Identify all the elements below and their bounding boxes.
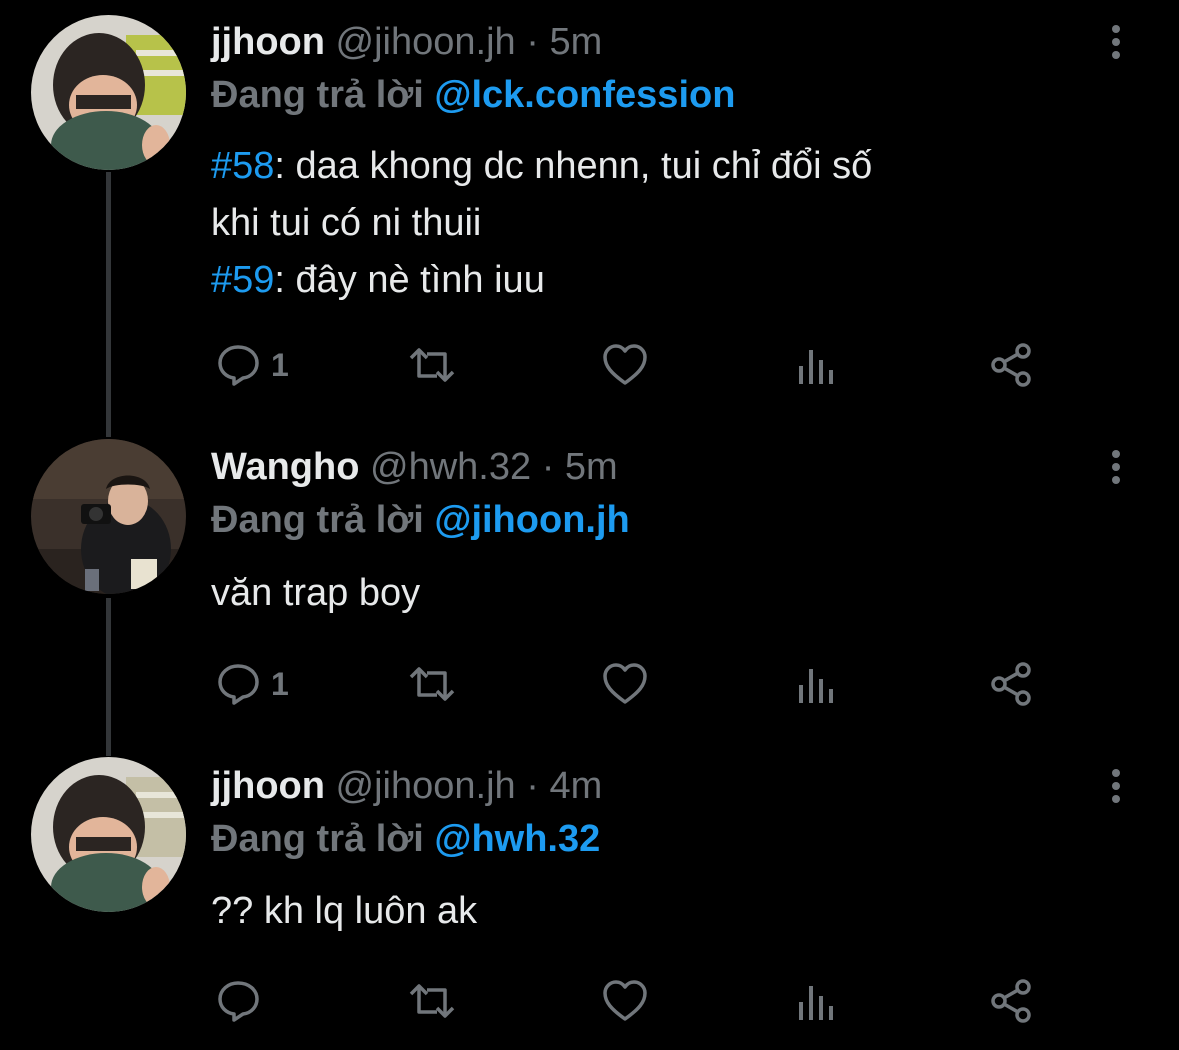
- text-line: văn trap boy: [211, 565, 1111, 622]
- reply-context: Đang trả lời @lck.confession: [211, 73, 735, 117]
- reply-prefix: Đang trả lời: [211, 499, 424, 541]
- retweet-icon: [409, 667, 455, 701]
- display-name[interactable]: jjhoon: [211, 765, 325, 807]
- share-icon: [991, 662, 1031, 706]
- analytics-icon: [799, 350, 833, 384]
- display-name[interactable]: Wangho: [211, 446, 359, 488]
- avatar-photo: [31, 757, 186, 912]
- timestamp[interactable]: 5m: [549, 21, 602, 63]
- timestamp[interactable]: 4m: [549, 765, 602, 807]
- reply-icon: [218, 664, 259, 705]
- retweet-icon: [409, 348, 455, 382]
- tweet[interactable]: jjhoon @jihoon.jh · 5m Đang trả lời @lck…: [0, 0, 1179, 420]
- text-line: #58: daa khong dc nhenn, tui chỉ đổi số: [211, 138, 1111, 195]
- more-options-button[interactable]: [1101, 445, 1131, 489]
- reply-mention[interactable]: @jihoon.jh: [434, 499, 629, 541]
- tweet-header: Wangho @hwh.32 · 5m: [211, 445, 618, 489]
- text-line: #59: đây nè tình iuu: [211, 252, 1111, 309]
- reply-button[interactable]: 1: [215, 340, 289, 390]
- separator: ·: [526, 765, 539, 807]
- display-name[interactable]: jjhoon: [211, 21, 325, 63]
- reply-mention[interactable]: @lck.confession: [434, 74, 735, 116]
- reply-context: Đang trả lời @hwh.32: [211, 817, 600, 861]
- hashtag[interactable]: #58: [211, 145, 274, 187]
- tweet-text: văn trap boy: [211, 565, 1111, 622]
- like-button[interactable]: [601, 976, 649, 1026]
- avatar-photo: [31, 439, 186, 594]
- reply-icon: [218, 345, 259, 386]
- text-line: khi tui có ni thuii: [211, 195, 1111, 252]
- reply-count: 1: [271, 665, 289, 702]
- avatar[interactable]: [31, 439, 186, 594]
- reply-context: Đang trả lời @jihoon.jh: [211, 498, 630, 542]
- views-button[interactable]: [797, 340, 837, 390]
- line-text: : daa khong dc nhenn, tui chỉ đổi số: [274, 145, 873, 187]
- tweet-text: ?? kh lq luôn ak: [211, 883, 1111, 940]
- reply-icon: [218, 981, 259, 1022]
- line-text: khi tui có ni thuii: [211, 202, 482, 244]
- action-bar: [211, 976, 1051, 1026]
- views-button[interactable]: [797, 659, 837, 709]
- avatar[interactable]: [31, 757, 186, 912]
- tweet[interactable]: jjhoon @jihoon.jh · 4m Đang trả lời @hwh…: [0, 742, 1179, 1050]
- heart-icon: [603, 344, 647, 385]
- text-line: ?? kh lq luôn ak: [211, 883, 1111, 940]
- user-handle[interactable]: @jihoon.jh: [336, 21, 516, 63]
- tweet-header: jjhoon @jihoon.jh · 5m: [211, 20, 602, 64]
- share-button[interactable]: [989, 659, 1035, 709]
- timestamp[interactable]: 5m: [565, 446, 618, 488]
- retweet-button[interactable]: [407, 659, 457, 709]
- avatar-photo: [31, 15, 186, 170]
- reply-count: 1: [271, 346, 289, 383]
- reply-button[interactable]: 1: [215, 659, 289, 709]
- share-button[interactable]: [989, 976, 1035, 1026]
- line-text: : đây nè tình iuu: [274, 259, 545, 301]
- user-handle[interactable]: @jihoon.jh: [336, 765, 516, 807]
- like-button[interactable]: [601, 659, 649, 709]
- user-handle[interactable]: @hwh.32: [370, 446, 531, 488]
- retweet-button[interactable]: [407, 340, 457, 390]
- separator: ·: [526, 21, 539, 63]
- share-button[interactable]: [989, 340, 1035, 390]
- heart-icon: [603, 663, 647, 704]
- reply-button[interactable]: [215, 976, 271, 1026]
- retweet-button[interactable]: [407, 976, 457, 1026]
- tweet-header: jjhoon @jihoon.jh · 4m: [211, 764, 602, 808]
- retweet-icon: [409, 984, 455, 1018]
- heart-icon: [603, 980, 647, 1021]
- share-icon: [991, 979, 1031, 1023]
- views-button[interactable]: [797, 976, 837, 1026]
- more-icon: [1112, 25, 1120, 59]
- more-icon: [1112, 769, 1120, 803]
- tweet[interactable]: Wangho @hwh.32 · 5m Đang trả lời @jihoon…: [0, 425, 1179, 745]
- separator: ·: [541, 446, 555, 488]
- avatar[interactable]: [31, 15, 186, 170]
- action-bar: 1: [211, 659, 1051, 709]
- analytics-icon: [799, 986, 833, 1020]
- line-text: văn trap boy: [211, 572, 421, 614]
- more-options-button[interactable]: [1101, 20, 1131, 64]
- like-button[interactable]: [601, 340, 649, 390]
- reply-mention[interactable]: @hwh.32: [434, 818, 600, 860]
- reply-prefix: Đang trả lời: [211, 74, 424, 116]
- reply-prefix: Đang trả lời: [211, 818, 424, 860]
- hashtag[interactable]: #59: [211, 259, 274, 301]
- share-icon: [991, 343, 1031, 387]
- more-options-button[interactable]: [1101, 764, 1131, 808]
- line-text: ?? kh lq luôn ak: [211, 890, 478, 932]
- more-icon: [1112, 450, 1120, 484]
- action-bar: 1: [211, 340, 1051, 390]
- tweet-text: #58: daa khong dc nhenn, tui chỉ đổi số …: [211, 138, 1111, 309]
- analytics-icon: [799, 669, 833, 703]
